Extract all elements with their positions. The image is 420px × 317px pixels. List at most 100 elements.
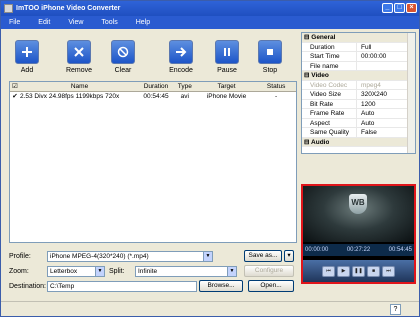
destination-row: Destination: C:\Temp — [9, 281, 197, 292]
stop-icon[interactable]: ■ — [367, 265, 380, 277]
prop-key: Video Size — [310, 91, 341, 98]
app-icon — [4, 4, 13, 13]
main-window: ImTOO iPhone Video Converter _ □ × File … — [0, 0, 420, 317]
row-checkbox[interactable]: ✔ — [10, 92, 20, 102]
clear-button[interactable]: Clear — [105, 32, 141, 74]
row-target: iPhone Movie — [206, 93, 247, 100]
prop-bit-rate[interactable]: Bit Rate 1200 — [302, 99, 415, 109]
stop-label: Stop — [262, 67, 278, 74]
chevron-down-icon[interactable]: ▼ — [95, 267, 104, 276]
stop-button[interactable]: Stop — [252, 32, 288, 74]
chevron-down-icon[interactable]: ▼ — [227, 267, 236, 276]
select-all-checkbox[interactable]: ☑ — [10, 82, 20, 91]
configure-button[interactable]: Configure — [244, 265, 294, 277]
browse-button[interactable]: Browse... — [199, 280, 243, 292]
no-entry-icon — [111, 40, 135, 64]
video-category[interactable]: ⊟ Video — [302, 71, 415, 81]
col-target[interactable]: Target — [197, 82, 257, 91]
close-button[interactable]: × — [406, 3, 417, 13]
save-as-button[interactable]: Save as... — [244, 250, 282, 262]
prop-key: Duration — [310, 43, 335, 51]
maximize-button[interactable]: □ — [394, 3, 405, 13]
zoom-value: Letterbox — [50, 268, 78, 275]
row-name: 2.53 Divx 24.98fps 1199kbps 720x — [19, 93, 120, 100]
remove-label: Remove — [65, 67, 93, 74]
general-category[interactable]: ⊟ General — [302, 33, 415, 43]
prop-key: Start Time — [310, 53, 340, 60]
stop-icon — [258, 40, 282, 64]
table-row[interactable]: ✔ 2.53 Divx 24.98fps 1199kbps 720x 00:54… — [10, 92, 296, 102]
menu-file[interactable]: File — [9, 19, 20, 26]
plus-icon — [15, 40, 39, 64]
encode-button[interactable]: Encode — [163, 32, 199, 74]
prop-frame-rate[interactable]: Frame Rate Auto — [302, 109, 415, 119]
add-button[interactable]: Add — [9, 32, 45, 74]
prop-same-quality[interactable]: Same Quality False — [302, 128, 415, 138]
properties-panel[interactable]: ⊟ General Duration Full Start Time 00:00:0… — [301, 32, 416, 154]
time-end: 00:54:45 — [388, 247, 412, 253]
encode-label: Encode — [169, 67, 193, 74]
collapse-icon[interactable]: ⊟ — [304, 72, 309, 79]
menu-bar: File Edit View Tools Help — [1, 16, 419, 29]
status-bar: ? — [1, 301, 419, 316]
arrow-right-icon — [169, 40, 193, 64]
row-status: - — [275, 93, 278, 100]
previous-icon[interactable]: ⏮ — [322, 265, 335, 277]
prop-key: Same Quality — [310, 129, 350, 136]
zoom-row: Zoom: Letterbox ▼ Split: Infinite ▼ — [9, 266, 237, 277]
add-label: Add — [20, 67, 34, 74]
file-list[interactable]: ☑ Name Duration Type Target Status ✔ 2.5… — [9, 81, 297, 243]
video-preview: WB — [303, 186, 414, 242]
list-header: ☑ Name Duration Type Target Status — [10, 82, 296, 92]
collapse-icon[interactable]: ⊟ — [304, 34, 309, 41]
pause-button[interactable]: Pause — [209, 32, 245, 74]
zoom-select[interactable]: Letterbox ▼ — [47, 266, 105, 277]
prop-key: Frame Rate — [310, 110, 345, 117]
menu-tools[interactable]: Tools — [101, 19, 117, 26]
prop-key: File name — [310, 62, 339, 70]
save-as-dropdown[interactable]: ▾ — [284, 250, 294, 262]
col-type[interactable]: Type — [173, 82, 197, 91]
col-duration[interactable]: Duration — [139, 82, 173, 91]
properties-scrollbar[interactable] — [407, 33, 415, 153]
split-value: Infinite — [138, 268, 158, 275]
open-button[interactable]: Open... — [248, 280, 294, 292]
menu-edit[interactable]: Edit — [38, 19, 50, 26]
remove-button[interactable]: Remove — [61, 32, 97, 74]
prop-video-size[interactable]: Video Size 320X240 — [302, 90, 415, 100]
time-start: 00:00:00 — [305, 247, 329, 253]
profile-value: iPhone MPEG-4(320*240) (*.mp4) — [50, 253, 149, 260]
next-icon[interactable]: ⏭ — [382, 265, 395, 277]
play-icon[interactable]: ▶ — [337, 265, 350, 277]
prop-key: Video Codec — [310, 81, 348, 89]
chevron-down-icon[interactable]: ▼ — [203, 252, 212, 261]
split-select[interactable]: Infinite ▼ — [135, 266, 237, 277]
row-duration: 00:54:45 — [143, 93, 169, 100]
clear-label: Clear — [114, 67, 132, 74]
preview-panel: WB 00:00:00 00:27:22 00:54:45 ⏮ ▶ ❚❚ ■ ⏭ — [301, 184, 416, 284]
title-bar: ImTOO iPhone Video Converter _ □ × — [1, 1, 419, 16]
prop-file-name[interactable]: File name — [302, 61, 415, 71]
general-label: General — [311, 34, 336, 41]
collapse-icon[interactable]: ⊟ — [304, 139, 309, 146]
pause-icon — [215, 40, 239, 64]
menu-help[interactable]: Help — [136, 19, 150, 26]
destination-label: Destination: — [9, 283, 46, 290]
col-name[interactable]: Name — [20, 82, 139, 91]
prop-start-time[interactable]: Start Time 00:00:00 — [302, 52, 415, 62]
time-mid: 00:27:22 — [346, 247, 371, 253]
prop-duration[interactable]: Duration Full — [302, 42, 415, 52]
col-status[interactable]: Status — [256, 82, 296, 91]
menu-view[interactable]: View — [68, 19, 83, 26]
audio-category[interactable]: ⊟ Audio — [302, 137, 415, 147]
pause-icon[interactable]: ❚❚ — [352, 265, 365, 277]
help-button[interactable]: ? — [390, 304, 401, 315]
timeline-times: 00:00:00 00:27:22 00:54:45 — [303, 247, 414, 253]
prop-video-codec[interactable]: Video Codec mpeg4 — [302, 80, 415, 90]
prop-aspect[interactable]: Aspect Auto — [302, 118, 415, 128]
audio-label: Audio — [311, 138, 330, 146]
destination-input[interactable]: C:\Temp — [47, 281, 197, 292]
profile-label: Profile: — [9, 253, 31, 260]
profile-select[interactable]: iPhone MPEG-4(320*240) (*.mp4) ▼ — [47, 251, 213, 262]
minimize-button[interactable]: _ — [382, 3, 393, 13]
